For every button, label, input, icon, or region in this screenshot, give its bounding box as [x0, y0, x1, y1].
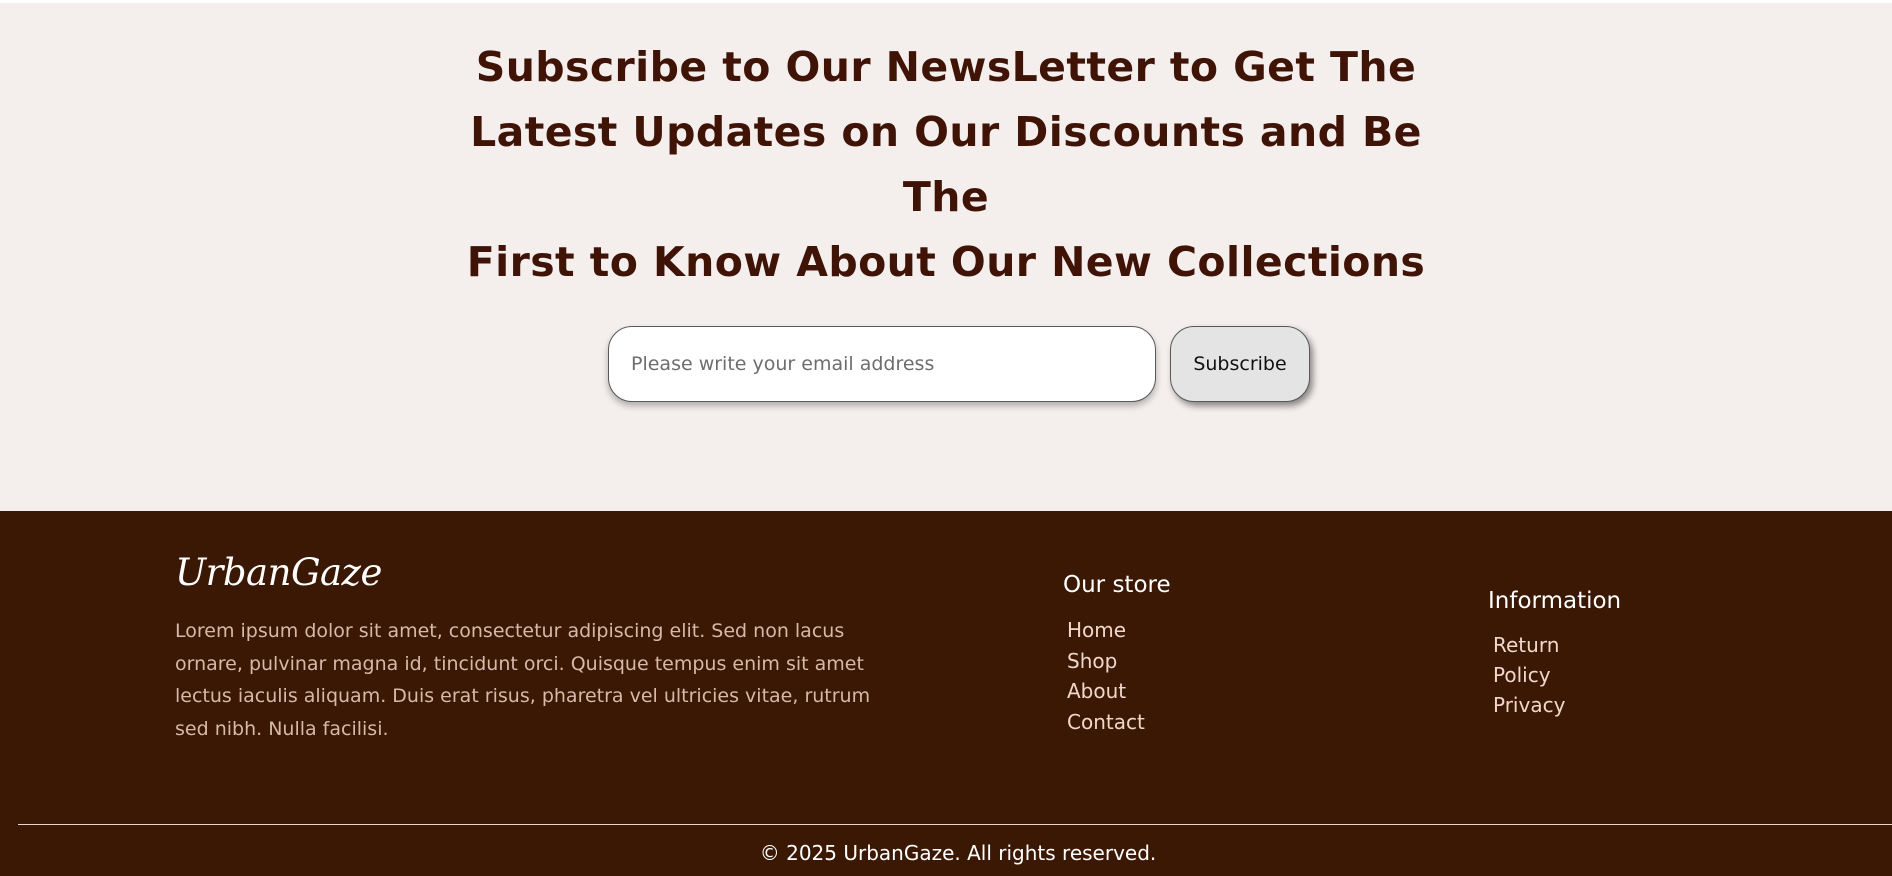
list-item: Home	[1067, 615, 1145, 646]
newsletter-heading: Subscribe to Our NewsLetter to Get The L…	[446, 35, 1446, 295]
information-links: Return Policy Privacy	[1493, 631, 1565, 721]
our-store-heading: Our store	[1063, 572, 1171, 598]
footer-link-return[interactable]: Return	[1493, 631, 1565, 661]
list-item: Privacy	[1493, 691, 1565, 721]
footer-about-text: Lorem ipsum dolor sit amet, consectetur …	[175, 620, 871, 740]
list-item: Shop	[1067, 646, 1145, 677]
list-item: Return	[1493, 631, 1565, 661]
email-input[interactable]	[608, 326, 1156, 402]
footer-link-about[interactable]: About	[1067, 676, 1145, 707]
footer-link-privacy[interactable]: Privacy	[1493, 691, 1565, 721]
footer: UrbanGaze Lorem ipsum dolor sit amet, co…	[0, 511, 1892, 876]
newsletter-heading-line-2: Latest Updates on Our Discounts and Be T…	[470, 108, 1422, 221]
footer-link-policy[interactable]: Policy	[1493, 661, 1565, 691]
information-heading: Information	[1488, 588, 1622, 614]
newsletter-heading-line-1: Subscribe to Our NewsLetter to Get The	[475, 43, 1417, 91]
newsletter-section: Subscribe to Our NewsLetter to Get The L…	[0, 0, 1892, 511]
list-item: Policy	[1493, 661, 1565, 691]
footer-link-contact[interactable]: Contact	[1067, 707, 1145, 738]
list-item: About	[1067, 676, 1145, 707]
our-store-links: Home Shop About Contact	[1067, 615, 1145, 737]
brand-logo: UrbanGaze	[175, 551, 382, 594]
page: Subscribe to Our NewsLetter to Get The L…	[0, 0, 1892, 876]
footer-link-shop[interactable]: Shop	[1067, 646, 1145, 677]
newsletter-heading-line-3: First to Know About Our New Collections	[466, 238, 1426, 286]
list-item: Contact	[1067, 707, 1145, 738]
footer-link-home[interactable]: Home	[1067, 615, 1145, 646]
footer-divider	[18, 824, 1892, 825]
copyright-text: © 2025 UrbanGaze. All rights reserved.	[759, 841, 1157, 865]
subscribe-button[interactable]: Subscribe	[1170, 326, 1310, 402]
